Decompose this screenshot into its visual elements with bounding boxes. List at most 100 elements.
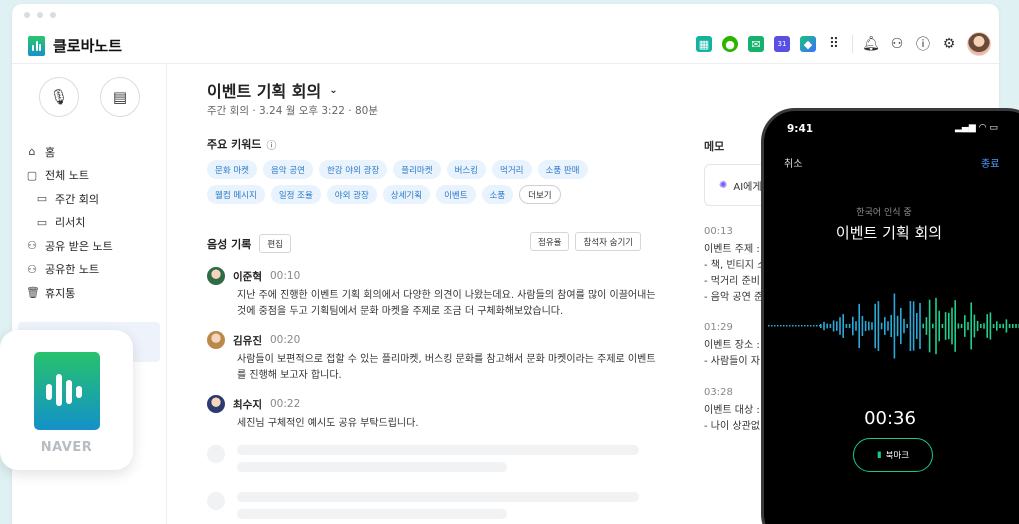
- recognition-status: 한국어 인식 중: [856, 208, 912, 218]
- audio-waveform: [768, 293, 1019, 359]
- keywords-label: 주요 키워드: [207, 138, 262, 151]
- utterance-text: 지난 주에 진행한 이벤트 기획 회의에서 다양한 의견이 나왔는데요. 사람들…: [237, 290, 656, 317]
- app-logo[interactable]: 클로바노트: [28, 35, 122, 56]
- skeleton-avatar: [207, 492, 225, 510]
- recording-actions: 점유율 참석자 숨기기: [530, 232, 642, 251]
- utterance-text: 사람들이 보편적으로 접할 수 있는 플리마켓, 버스킹 문화를 참고해서 문화…: [237, 354, 656, 381]
- window-controls: [24, 12, 56, 18]
- home-icon: ⌂: [28, 145, 36, 159]
- sidebar-item-label: 공유 받은 노트: [45, 239, 113, 253]
- speaker-name: 김유진: [233, 334, 262, 347]
- top-bar: 클로바노트 ▦ ● ✉ 31 ◆ ⠿ 🔔︎ ⚇ ⓘ ⚙: [12, 28, 999, 64]
- sidebar-item-shared-with-me[interactable]: ⚇ 공유 받은 노트: [26, 234, 113, 258]
- notes-icon: ▢: [26, 168, 38, 182]
- speaker-avatar: [207, 331, 225, 349]
- phone-mockup: 9:41 ▂▄▆ ◠ ▭ 취소 종료 한국어 인식 중 이벤트 기획 회의 00…: [761, 108, 1019, 524]
- people-icon: ⚇: [27, 262, 37, 276]
- timestamp[interactable]: 00:20: [270, 334, 300, 346]
- note-add-icon: ▤: [112, 88, 128, 106]
- sidebar-item-label: 전체 노트: [45, 169, 89, 183]
- close-dot[interactable]: [24, 12, 30, 18]
- sidebar-item-label: 홈: [45, 145, 56, 159]
- recording-label: 음성 기록: [207, 237, 252, 251]
- sidebar-item-label: 리서치: [55, 216, 86, 230]
- sidebar-item-weekly-meeting[interactable]: ▭ 주간 회의: [26, 187, 113, 211]
- info-icon[interactable]: ⓘ: [266, 137, 276, 152]
- keyword-chip[interactable]: 일정 조율: [270, 185, 321, 204]
- bookmark-icon: ▮: [876, 450, 882, 460]
- app-badge: NAVER: [0, 330, 133, 470]
- avatar[interactable]: [967, 32, 991, 56]
- new-note-button[interactable]: ▤: [100, 77, 140, 117]
- share-rate-button[interactable]: 점유율: [530, 232, 570, 251]
- speaker-name: 최수지: [233, 398, 262, 411]
- calendar-icon[interactable]: 31: [774, 36, 790, 52]
- edit-button[interactable]: 편집: [259, 234, 291, 253]
- keyword-chip[interactable]: 문화 마켓: [207, 160, 257, 179]
- keyword-chip[interactable]: 음악 공연: [262, 160, 313, 179]
- speaker-avatar: [207, 267, 225, 285]
- keyword-chip[interactable]: 플리마켓: [393, 160, 441, 179]
- bookmark-button[interactable]: ▮ 북마크: [853, 438, 933, 472]
- skeleton-line: [237, 509, 507, 519]
- utterance: 김유진 00:20 사람들이 보편적으로 접할 수 있는 플리마켓, 버스킹 문화…: [207, 331, 657, 384]
- help-icon[interactable]: ⓘ: [915, 36, 931, 53]
- chat-icon[interactable]: ●: [722, 36, 738, 52]
- apps-menu-icon[interactable]: ⠿: [826, 36, 842, 52]
- keyword-chips: 문화 마켓 음악 공연 한강 야외 광장 플리마켓 버스킹 먹거리 소품 판매 …: [207, 160, 627, 204]
- skeleton-line: [237, 492, 639, 502]
- note-title[interactable]: 이벤트 기획 회의 ⌄: [207, 78, 338, 102]
- people-icon: ⚇: [27, 239, 37, 253]
- keyword-chip[interactable]: 소품: [481, 185, 514, 204]
- keyword-chip[interactable]: 한강 야외 광장: [318, 160, 388, 179]
- note-title-text: 이벤트 기획 회의: [207, 82, 322, 101]
- keyword-chip[interactable]: 먹거리: [492, 160, 532, 179]
- cube-icon[interactable]: ◆: [800, 36, 816, 52]
- utterance: 최수지 00:22 세진님 구체적인 예시도 공유 부탁드립니다.: [207, 395, 657, 432]
- minimize-dot[interactable]: [37, 12, 43, 18]
- clova-note-logo-icon: [28, 35, 45, 56]
- speaker-name: 이준혁: [233, 270, 262, 283]
- sidebar-item-home[interactable]: ⌂ 홈: [26, 140, 113, 164]
- keyword-chip[interactable]: 상세기획: [382, 185, 431, 204]
- keyword-chip[interactable]: 소품 판매: [537, 160, 588, 179]
- sidebar-nav: ⌂ 홈 ▢ 전체 노트 ▭ 주간 회의 ▭ 리서치 ⚇ 공유 받은 노트 ⚇ 공유한 노트 …: [26, 140, 113, 305]
- cancel-button[interactable]: 취소: [784, 155, 802, 170]
- keyword-chip[interactable]: 버스킹: [446, 160, 487, 179]
- sidebar-item-all-notes[interactable]: ▢ 전체 노트: [26, 164, 113, 188]
- recording-heading: 음성 기록 편집: [207, 234, 291, 253]
- trash-icon: 🗑: [26, 286, 40, 300]
- recording-title: 이벤트 기획 회의: [835, 224, 943, 242]
- clova-note-app-icon: [33, 352, 100, 430]
- utterance-text: 세진님 구체적인 예시도 공유 부탁드립니다.: [237, 418, 419, 429]
- end-button[interactable]: 종료: [981, 155, 999, 170]
- mail-icon[interactable]: ✉: [748, 36, 764, 52]
- keywords-heading: 주요 키워드 ⓘ: [207, 136, 276, 152]
- memo-title: 메모: [704, 140, 725, 153]
- divider: [852, 35, 853, 53]
- skeleton-line: [237, 445, 639, 455]
- grid-app-icon[interactable]: ▦: [696, 36, 712, 52]
- skeleton-line: [237, 462, 507, 472]
- maximize-dot[interactable]: [50, 12, 56, 18]
- record-button[interactable]: 🎙︎: [39, 77, 79, 117]
- bell-icon[interactable]: 🔔︎: [862, 36, 880, 52]
- sidebar-item-label: 휴지통: [45, 286, 76, 300]
- keyword-chip[interactable]: 이벤트: [436, 185, 476, 204]
- sparkle-icon: ✺: [719, 179, 728, 191]
- keyword-chip[interactable]: 웰컴 메시지: [207, 185, 265, 204]
- hide-participants-button[interactable]: 참석자 숨기기: [575, 232, 642, 251]
- share-icon[interactable]: ⚇: [889, 36, 905, 52]
- keyword-chip[interactable]: 야외 광장: [326, 185, 377, 204]
- skeleton-avatar: [207, 445, 225, 463]
- timestamp[interactable]: 00:22: [270, 398, 300, 410]
- sidebar-item-trash[interactable]: 🗑 휴지통: [26, 281, 113, 305]
- more-keywords-button[interactable]: 더보기: [519, 185, 561, 204]
- sidebar-item-research[interactable]: ▭ 리서치: [26, 211, 113, 235]
- recording-timer: 00:36: [864, 408, 916, 429]
- timestamp[interactable]: 00:10: [270, 270, 300, 282]
- settings-icon[interactable]: ⚙: [941, 36, 957, 52]
- utterance: 이준혁 00:10 지난 주에 진행한 이벤트 기획 회의에서 다양한 의견이 나…: [207, 267, 657, 320]
- sidebar-item-shared-by-me[interactable]: ⚇ 공유한 노트: [26, 258, 113, 282]
- phone-clock: 9:41: [787, 123, 814, 135]
